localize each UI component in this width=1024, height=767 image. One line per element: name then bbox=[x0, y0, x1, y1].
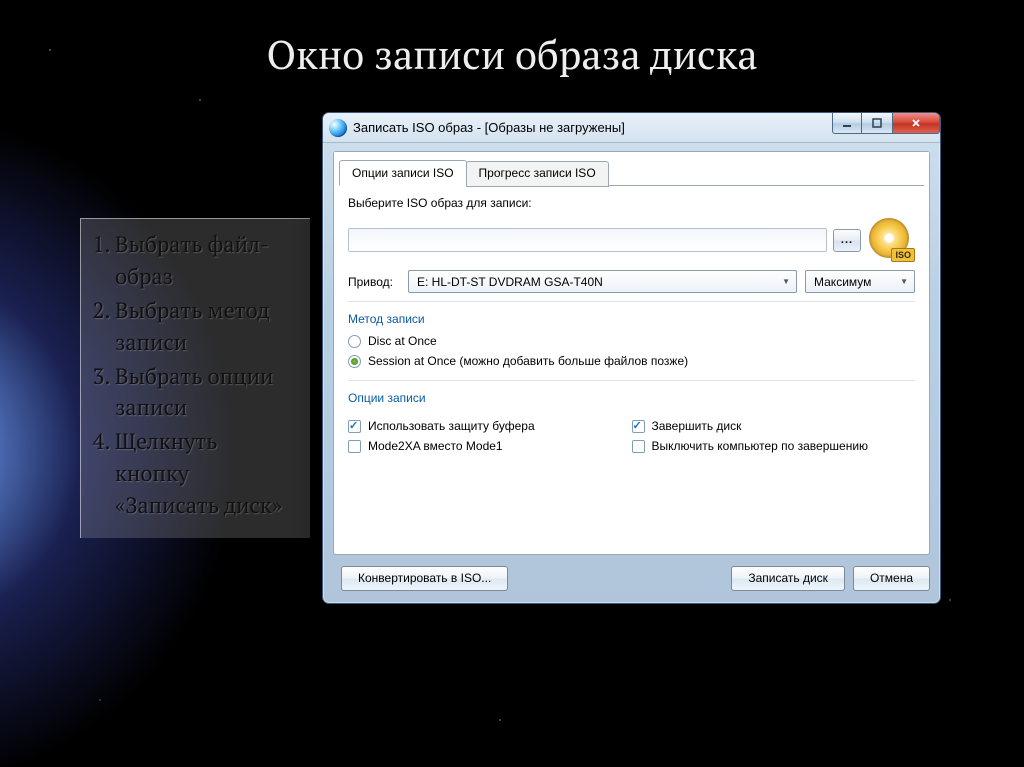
checkbox-finalize[interactable]: Завершить диск bbox=[632, 419, 916, 433]
options-section-label: Опции записи bbox=[348, 391, 915, 405]
radio-disc-at-once[interactable]: Disc at Once bbox=[348, 334, 915, 348]
speed-value: Максимум bbox=[814, 275, 871, 289]
radio-session-at-once[interactable]: Session at Once (можно добавить больше ф… bbox=[348, 354, 915, 368]
step-item: Выбрать метод записи bbox=[115, 295, 296, 359]
step-item: Щелкнуть кнопку «Записать диск» bbox=[115, 426, 296, 522]
checkbox-label: Завершить диск bbox=[652, 419, 742, 433]
close-icon bbox=[910, 117, 922, 129]
checkbox-icon bbox=[632, 440, 645, 453]
tab-panel: Выберите ISO образ для записи: ... ISO П… bbox=[334, 186, 929, 554]
tab-iso-options[interactable]: Опции записи ISO bbox=[339, 160, 467, 186]
radio-label: Session at Once (можно добавить больше ф… bbox=[368, 354, 688, 368]
iso-disc-icon: ISO bbox=[867, 218, 915, 262]
speed-select[interactable]: Максимум bbox=[805, 270, 915, 293]
select-iso-label: Выберите ISO образ для записи: bbox=[348, 196, 532, 210]
checkbox-shutdown[interactable]: Выключить компьютер по завершению bbox=[632, 439, 916, 453]
cancel-button[interactable]: Отмена bbox=[853, 566, 930, 591]
tab-bar: Опции записи ISO Прогресс записи ISO bbox=[339, 160, 608, 186]
checkbox-label: Mode2XA вместо Mode1 bbox=[368, 439, 503, 453]
titlebar[interactable]: Записать ISO образ - [Образы не загружен… bbox=[323, 113, 940, 143]
minimize-icon bbox=[841, 117, 853, 129]
checkbox-icon bbox=[632, 420, 645, 433]
slide-title: Окно записи образа диска bbox=[0, 28, 1024, 81]
checkbox-buffer-protect[interactable]: Использовать защиту буфера bbox=[348, 419, 632, 433]
dialog-window: Записать ISO образ - [Образы не загружен… bbox=[322, 112, 941, 604]
checkbox-icon bbox=[348, 440, 361, 453]
window-controls bbox=[832, 113, 940, 134]
minimize-button[interactable] bbox=[832, 113, 862, 134]
checkbox-label: Выключить компьютер по завершению bbox=[652, 439, 869, 453]
step-item: Выбрать файл-образ bbox=[115, 229, 296, 293]
burn-disc-button[interactable]: Записать диск bbox=[731, 566, 845, 591]
dialog-content: Опции записи ISO Прогресс записи ISO Выб… bbox=[333, 151, 930, 555]
radio-icon bbox=[348, 335, 361, 348]
iso-path-input[interactable] bbox=[348, 228, 827, 252]
browse-button[interactable]: ... bbox=[833, 229, 861, 252]
tab-iso-progress[interactable]: Прогресс записи ISO bbox=[466, 161, 609, 187]
step-item: Выбрать опции записи bbox=[115, 361, 296, 425]
checkbox-label: Использовать защиту буфера bbox=[368, 419, 535, 433]
maximize-button[interactable] bbox=[862, 113, 892, 134]
checkbox-mode2xa[interactable]: Mode2XA вместо Mode1 bbox=[348, 439, 632, 453]
drive-select[interactable]: E: HL-DT-ST DVDRAM GSA-T40N bbox=[408, 270, 797, 293]
method-section-label: Метод записи bbox=[348, 312, 915, 326]
drive-value: E: HL-DT-ST DVDRAM GSA-T40N bbox=[417, 275, 603, 289]
checkbox-icon bbox=[348, 420, 361, 433]
drive-label: Привод: bbox=[348, 275, 408, 289]
radio-label: Disc at Once bbox=[368, 334, 437, 348]
ellipsis-icon: ... bbox=[841, 234, 853, 246]
dialog-footer: Конвертировать в ISO... Записать диск От… bbox=[333, 563, 930, 593]
app-icon bbox=[329, 119, 347, 137]
convert-to-iso-button[interactable]: Конвертировать в ISO... bbox=[341, 566, 508, 591]
instruction-panel: Выбрать файл-образ Выбрать метод записи … bbox=[80, 218, 310, 538]
maximize-icon bbox=[871, 117, 883, 129]
radio-icon bbox=[348, 355, 361, 368]
close-button[interactable] bbox=[892, 113, 940, 134]
window-title: Записать ISO образ - [Образы не загружен… bbox=[353, 120, 625, 135]
